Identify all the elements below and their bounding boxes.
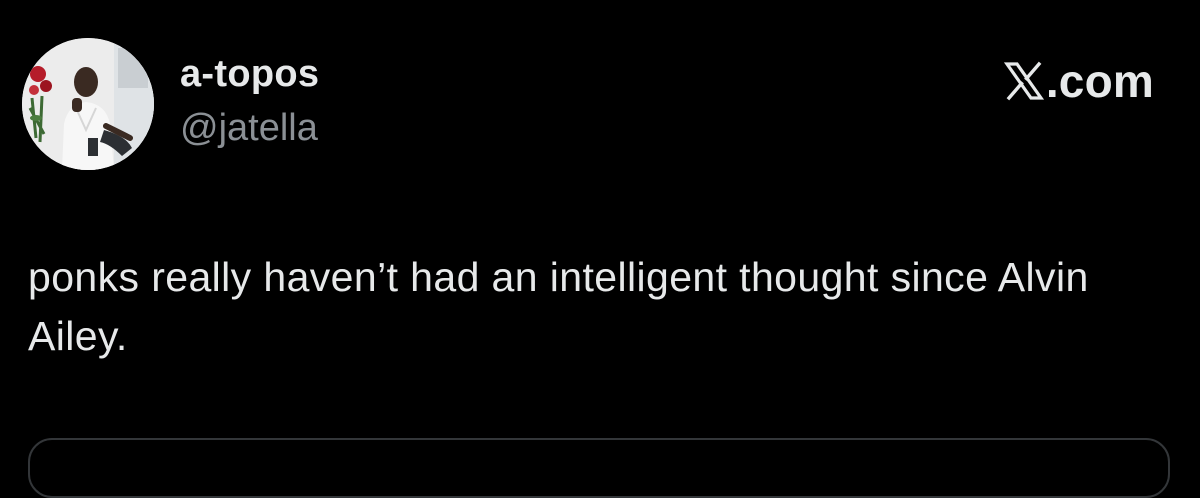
tweet-body-text: ponks really haven’t had an intelligent … bbox=[28, 254, 1089, 359]
avatar-photo bbox=[22, 38, 154, 170]
embedded-card[interactable] bbox=[28, 438, 1170, 498]
author-display-name[interactable]: a-topos bbox=[180, 52, 319, 96]
brand-domain-text: .com bbox=[1045, 55, 1154, 107]
x-logo-icon bbox=[1003, 61, 1044, 101]
author-avatar[interactable] bbox=[22, 38, 154, 170]
x-brand-link[interactable]: .com bbox=[1003, 55, 1154, 107]
author-handle[interactable]: @jatella bbox=[180, 106, 318, 150]
